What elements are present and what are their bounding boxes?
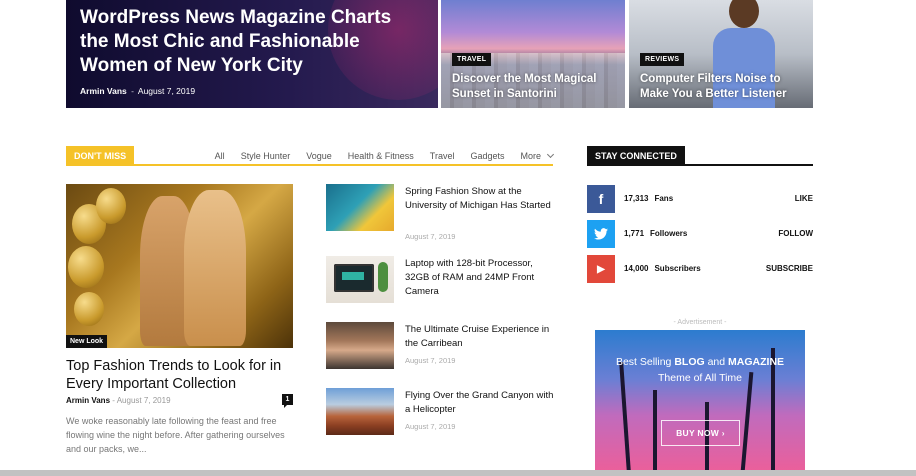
- hero-card-title[interactable]: Computer Filters Noise to Make You a Bet…: [640, 72, 810, 101]
- tab-gadgets[interactable]: Gadgets: [470, 151, 504, 161]
- list-item[interactable]: The Ultimate Cruise Experience in the Ca…: [326, 322, 556, 372]
- list-item-title[interactable]: Flying Over the Grand Canyon with a Heli…: [405, 389, 555, 417]
- social-count: 1,771 Followers: [624, 229, 688, 238]
- hero-main-author[interactable]: Armin Vans: [80, 86, 127, 96]
- tab-more[interactable]: More: [520, 150, 555, 161]
- tab-health-fitness[interactable]: Health & Fitness: [348, 151, 414, 161]
- advertisement-text: Best Selling BLOG and MAGAZINE Theme of …: [615, 356, 785, 384]
- social-count: 17,313 Fans: [624, 194, 674, 203]
- tab-travel[interactable]: Travel: [430, 151, 455, 161]
- hero-main-date: August 7, 2019: [137, 86, 196, 96]
- list-item-title[interactable]: Spring Fashion Show at the University of…: [405, 185, 555, 213]
- social-count: 14,000 Subscribers: [624, 264, 701, 273]
- meta-separator: -: [131, 86, 134, 96]
- feature-author[interactable]: Armin Vans: [66, 396, 110, 405]
- dont-miss-header: DON'T MISS All Style Hunter Vogue Health…: [66, 146, 555, 166]
- list-item-thumbnail[interactable]: [326, 256, 394, 303]
- category-filter-tabs: All Style Hunter Vogue Health & Fitness …: [199, 146, 555, 166]
- like-button[interactable]: LIKE: [795, 194, 813, 203]
- category-label[interactable]: REVIEWS: [640, 53, 685, 66]
- buy-now-button[interactable]: BUY NOW ›: [661, 420, 740, 446]
- follow-button[interactable]: FOLLOW: [778, 229, 813, 238]
- feature-category-badge[interactable]: New Look: [66, 335, 108, 348]
- hero-main-post[interactable]: WordPress News Magazine Charts the Most …: [66, 0, 438, 108]
- tab-vogue[interactable]: Vogue: [306, 151, 332, 161]
- dont-miss-label: DON'T MISS: [66, 146, 135, 166]
- subscribe-button[interactable]: SUBSCRIBE: [766, 264, 813, 273]
- hero-section: WordPress News Magazine Charts the Most …: [66, 0, 813, 108]
- hero-main-title[interactable]: WordPress News Magazine Charts the Most …: [80, 6, 420, 78]
- list-item-date: August 7, 2019: [405, 356, 456, 365]
- list-item-title[interactable]: Laptop with 128-bit Processor, 32GB of R…: [405, 257, 555, 299]
- stay-connected-header: STAY CONNECTED: [587, 146, 813, 166]
- hero-card-reviews[interactable]: REVIEWS Computer Filters Noise to Make Y…: [629, 0, 813, 108]
- facebook-icon[interactable]: f: [587, 185, 615, 213]
- social-twitter[interactable]: 1,771 Followers FOLLOW: [587, 220, 813, 248]
- comment-count-badge[interactable]: 1: [282, 394, 293, 408]
- list-item-thumbnail[interactable]: [326, 388, 394, 435]
- social-facebook[interactable]: f 17,313 Fans LIKE: [587, 185, 813, 213]
- youtube-icon[interactable]: ▶: [587, 255, 615, 283]
- advertisement-label: - Advertisement -: [673, 319, 727, 326]
- social-youtube[interactable]: ▶ 14,000 Subscribers SUBSCRIBE: [587, 255, 813, 283]
- list-item-date: August 7, 2019: [405, 232, 456, 241]
- tab-more-label: More: [520, 151, 541, 161]
- list-item-thumbnail[interactable]: [326, 184, 394, 231]
- feature-post-image[interactable]: New Look: [66, 184, 293, 348]
- meta-separator: -: [112, 396, 115, 405]
- list-item-title[interactable]: The Ultimate Cruise Experience in the Ca…: [405, 323, 555, 351]
- tab-all[interactable]: All: [215, 151, 225, 161]
- feature-post-excerpt: We woke reasonably late following the fe…: [66, 416, 285, 454]
- hero-card-title[interactable]: Discover the Most Magical Sunset in Sant…: [452, 72, 622, 101]
- feature-post-meta: Armin Vans - August 7, 2019 1: [66, 394, 293, 408]
- list-item-date: August 7, 2019: [405, 422, 456, 431]
- list-item[interactable]: Spring Fashion Show at the University of…: [326, 184, 556, 241]
- chevron-down-icon: [546, 150, 555, 159]
- list-item[interactable]: Laptop with 128-bit Processor, 32GB of R…: [326, 256, 556, 306]
- hero-card-travel[interactable]: TRAVEL Discover the Most Magical Sunset …: [441, 0, 625, 108]
- category-label[interactable]: TRAVEL: [452, 53, 492, 66]
- twitter-icon[interactable]: [587, 220, 615, 248]
- list-item-thumbnail[interactable]: [326, 322, 394, 369]
- hero-main-meta: Armin Vans - August 7, 2019: [80, 86, 195, 96]
- page-bottom-bar: [0, 470, 916, 476]
- advertisement-banner[interactable]: Best Selling BLOG and MAGAZINE Theme of …: [595, 330, 805, 472]
- feature-post-title[interactable]: Top Fashion Trends to Look for in Every …: [66, 357, 296, 393]
- stay-connected-label: STAY CONNECTED: [587, 146, 685, 166]
- tab-style-hunter[interactable]: Style Hunter: [241, 151, 291, 161]
- feature-date: August 7, 2019: [116, 396, 171, 405]
- list-item[interactable]: Flying Over the Grand Canyon with a Heli…: [326, 388, 556, 438]
